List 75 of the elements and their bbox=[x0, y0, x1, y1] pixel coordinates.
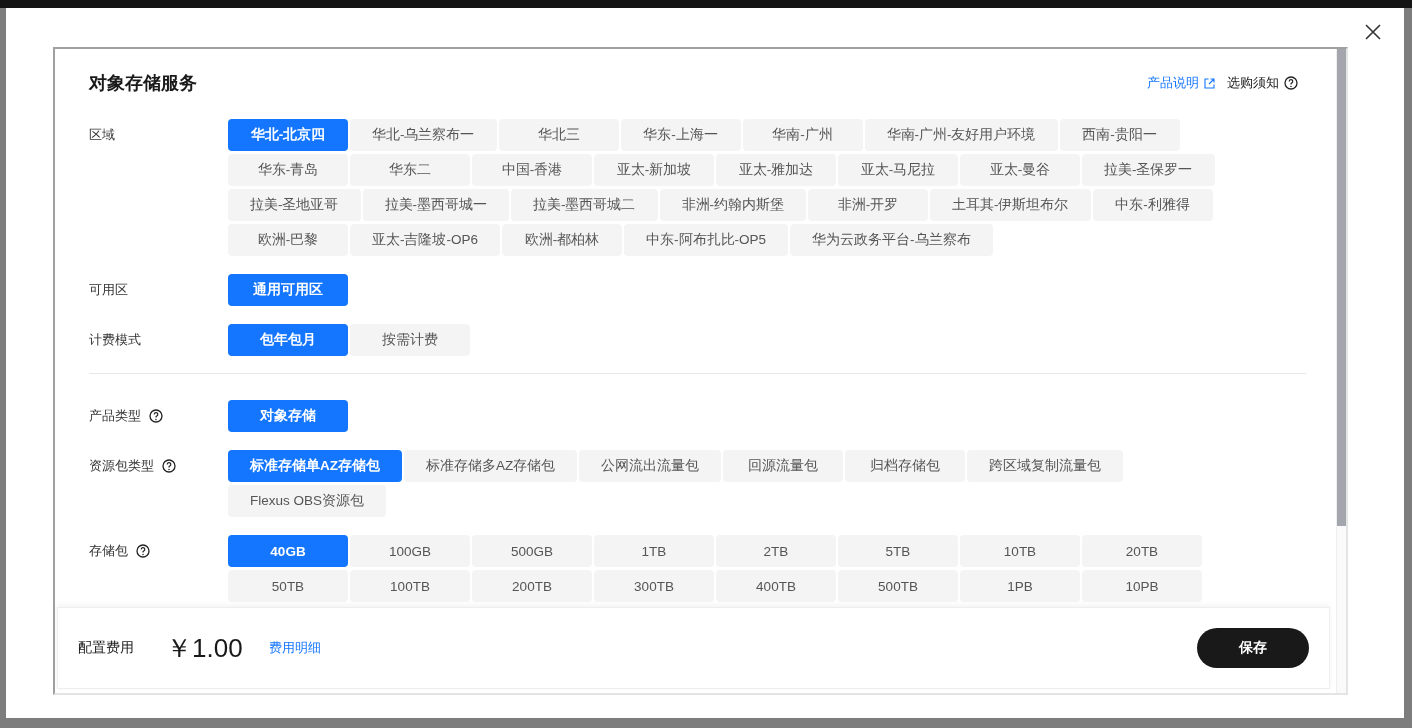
option-button[interactable]: 按需计费 bbox=[350, 324, 470, 356]
option-button[interactable]: 5TB bbox=[838, 535, 958, 567]
external-link-icon bbox=[1204, 77, 1215, 89]
option-button[interactable]: 300TB bbox=[594, 570, 714, 602]
option-button[interactable]: 土耳其-伊斯坦布尔 bbox=[930, 189, 1091, 221]
field-label: 计费模式 bbox=[89, 331, 141, 349]
option-button[interactable]: 欧洲-都柏林 bbox=[502, 224, 622, 256]
option-button[interactable]: 亚太-马尼拉 bbox=[838, 154, 958, 186]
option-button[interactable]: 拉美-圣保罗一 bbox=[1082, 154, 1215, 186]
save-button[interactable]: 保存 bbox=[1197, 628, 1309, 668]
option-button[interactable]: 标准存储多AZ存储包 bbox=[404, 450, 578, 482]
option-button[interactable]: 400TB bbox=[716, 570, 836, 602]
field-label: 存储包 bbox=[89, 542, 128, 560]
option-button[interactable]: 2TB bbox=[716, 535, 836, 567]
option-button[interactable]: 华南-广州 bbox=[742, 119, 863, 151]
option-button[interactable]: 欧洲-巴黎 bbox=[228, 224, 348, 256]
option-button[interactable]: 拉美-墨西哥城二 bbox=[511, 189, 658, 221]
option-button[interactable]: 回源流量包 bbox=[723, 450, 844, 482]
option-button[interactable]: 亚太-曼谷 bbox=[960, 154, 1080, 186]
option-button[interactable]: 1TB bbox=[594, 535, 714, 567]
option-button[interactable]: 10TB bbox=[960, 535, 1080, 567]
help-icon[interactable] bbox=[149, 409, 163, 423]
close-icon[interactable] bbox=[1364, 23, 1382, 41]
option-button[interactable]: 华北三 bbox=[498, 119, 619, 151]
cost-detail-link[interactable]: 费用明细 bbox=[268, 639, 321, 657]
help-icon bbox=[1284, 76, 1298, 90]
option-button[interactable]: 中东-利雅得 bbox=[1092, 189, 1213, 221]
option-button[interactable]: 标准存储单AZ存储包 bbox=[228, 450, 402, 482]
option-button[interactable]: 20TB bbox=[1082, 535, 1202, 567]
field-label: 产品类型 bbox=[89, 407, 141, 425]
option-button[interactable]: 中东-阿布扎比-OP5 bbox=[624, 224, 789, 256]
dialog-title: 对象存储服务 bbox=[89, 72, 197, 95]
option-button[interactable]: 1PB bbox=[960, 570, 1080, 602]
field-label: 区域 bbox=[89, 126, 115, 144]
option-button[interactable]: 公网流出流量包 bbox=[579, 450, 722, 482]
option-button[interactable]: 包年包月 bbox=[228, 324, 348, 356]
option-button[interactable]: 50TB bbox=[228, 570, 348, 602]
option-button[interactable]: 100GB bbox=[350, 535, 470, 567]
scrollbar[interactable] bbox=[1336, 49, 1346, 693]
option-button[interactable]: 归档存储包 bbox=[845, 450, 966, 482]
option-button[interactable]: 非洲-开罗 bbox=[808, 189, 928, 221]
option-button[interactable]: 华东二 bbox=[350, 154, 470, 186]
option-button[interactable]: 100TB bbox=[350, 570, 470, 602]
option-button[interactable]: 华北-乌兰察布一 bbox=[350, 119, 497, 151]
cost-label: 配置费用 bbox=[78, 639, 134, 657]
option-button[interactable]: 西南-贵阳一 bbox=[1059, 119, 1180, 151]
option-button[interactable]: 亚太-新加坡 bbox=[594, 154, 714, 186]
option-button[interactable]: 中国-香港 bbox=[472, 154, 592, 186]
option-button[interactable]: 拉美-圣地亚哥 bbox=[228, 189, 361, 221]
option-button[interactable]: 华东-上海一 bbox=[620, 119, 741, 151]
help-icon[interactable] bbox=[136, 544, 150, 558]
option-button[interactable]: 对象存储 bbox=[228, 400, 348, 432]
field-label: 可用区 bbox=[89, 281, 128, 299]
option-button[interactable]: Flexus OBS资源包 bbox=[228, 485, 387, 517]
price-text: ￥1.00 bbox=[166, 631, 243, 665]
field-label: 资源包类型 bbox=[89, 457, 154, 475]
purchase-notice-link[interactable]: 选购须知 bbox=[1227, 74, 1298, 92]
option-button[interactable]: 500TB bbox=[838, 570, 958, 602]
option-button[interactable]: 500GB bbox=[472, 535, 592, 567]
option-button[interactable]: 通用可用区 bbox=[228, 274, 348, 306]
help-icon[interactable] bbox=[162, 459, 176, 473]
option-button[interactable]: 40GB bbox=[228, 535, 348, 567]
option-button[interactable]: 华南-广州-友好用户环境 bbox=[864, 119, 1058, 151]
product-doc-link[interactable]: 产品说明 bbox=[1147, 74, 1215, 92]
option-button[interactable]: 亚太-雅加达 bbox=[716, 154, 836, 186]
option-button[interactable]: 亚太-吉隆坡-OP6 bbox=[350, 224, 500, 256]
option-button[interactable]: 非洲-约翰内斯堡 bbox=[659, 189, 806, 221]
option-button[interactable]: 华北-北京四 bbox=[228, 119, 348, 151]
scrollbar-thumb[interactable] bbox=[1337, 49, 1346, 526]
option-button[interactable]: 华东-青岛 bbox=[228, 154, 348, 186]
option-button[interactable]: 拉美-墨西哥城一 bbox=[362, 189, 509, 221]
option-button[interactable]: 200TB bbox=[472, 570, 592, 602]
option-button[interactable]: 跨区域复制流量包 bbox=[967, 450, 1124, 482]
option-button[interactable]: 10PB bbox=[1082, 570, 1202, 602]
option-button[interactable]: 华为云政务平台-乌兰察布 bbox=[790, 224, 993, 256]
